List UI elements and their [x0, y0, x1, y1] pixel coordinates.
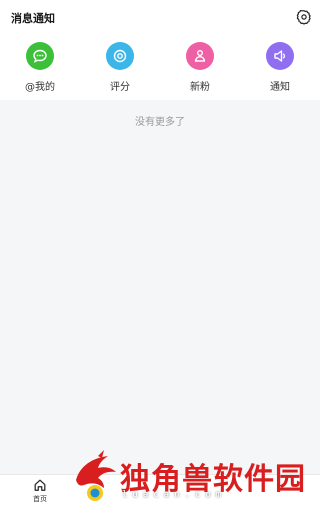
nav-label-home: 首页 [33, 495, 47, 503]
page-title: 消息通知 [11, 12, 55, 25]
target-icon [106, 42, 134, 70]
nav-item-home[interactable]: 首页 [22, 478, 58, 506]
category-row: @我的 评分 新粉 通知 [0, 36, 320, 100]
category-label: 评分 [110, 82, 130, 93]
empty-state-text: 没有更多了 [135, 117, 185, 128]
chat-icon [26, 42, 54, 70]
category-notifications[interactable]: 通知 [240, 36, 320, 100]
gear-icon[interactable] [296, 9, 312, 25]
category-mentions[interactable]: @我的 [0, 36, 80, 100]
fan-icon [186, 42, 214, 70]
category-label: 通知 [270, 82, 290, 93]
home-icon [34, 479, 46, 491]
message-list[interactable]: 没有更多了 [0, 100, 320, 474]
category-new-fans[interactable]: 新粉 [160, 36, 240, 100]
watermark: 独角兽软件园 luacan.com [70, 448, 320, 507]
category-ratings[interactable]: 评分 [80, 36, 160, 100]
category-label: @我的 [25, 82, 55, 93]
unicorn-logo-icon [76, 450, 116, 501]
watermark-url: luacan.com [122, 490, 227, 500]
category-label: 新粉 [190, 82, 210, 93]
speaker-icon [266, 42, 294, 70]
header: 消息通知 [0, 0, 320, 36]
